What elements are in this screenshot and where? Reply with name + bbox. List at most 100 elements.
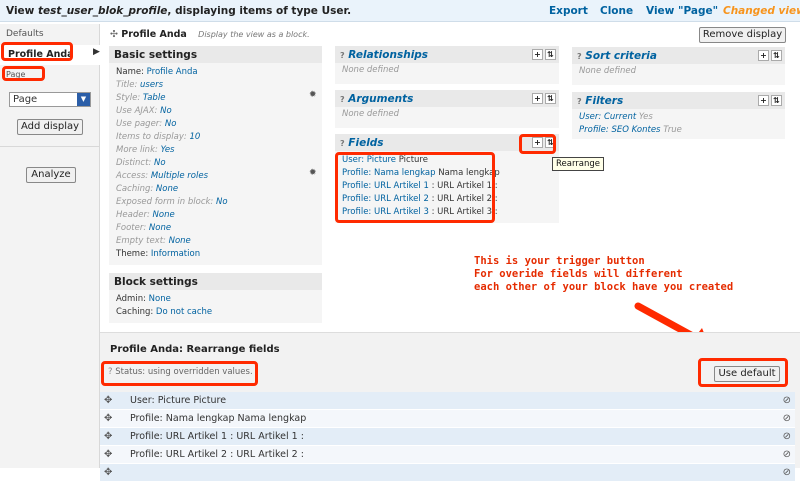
drag-handle-icon[interactable]: ✥: [104, 392, 112, 410]
analyze-button[interactable]: Analyze: [26, 167, 76, 183]
highlight-rearrange-trigger: [519, 134, 556, 154]
field-row-label: Profile: URL Artikel 2 : URL Artikel 2 :: [130, 449, 304, 460]
rearrange-table: ✥ User: Picture Picture ⊘ ✥ Profile: Nama le…: [100, 392, 795, 482]
view-header-bar: View test_user_blok_profile, displaying …: [0, 0, 800, 22]
rearrange-icon[interactable]: ⇅: [545, 93, 556, 104]
setting-value-link[interactable]: Yes: [161, 145, 175, 155]
setting-value-link[interactable]: None: [169, 236, 191, 246]
clone-link[interactable]: Clone: [600, 5, 633, 17]
setting-value-link[interactable]: None: [149, 294, 171, 304]
drag-handle-icon[interactable]: ✥: [104, 446, 112, 464]
basic-setting-row: Distinct: No: [109, 157, 322, 170]
rearrange-icon[interactable]: ⇅: [771, 50, 782, 61]
view-page-link[interactable]: View "Page": [646, 5, 718, 17]
block-setting-row: Caching: Do not cache: [109, 306, 322, 319]
basic-setting-row: Theme: Information: [109, 248, 322, 261]
add-icon[interactable]: +: [532, 93, 543, 104]
filter-item: User: Current Yes: [572, 111, 785, 124]
setting-value-link[interactable]: None: [149, 223, 171, 233]
setting-value-link[interactable]: No: [216, 197, 228, 207]
rearrange-tooltip: Rearrange: [552, 157, 605, 171]
sort-criteria-empty: None defined: [579, 66, 637, 76]
setting-label: Footer:: [116, 223, 147, 233]
fields-label: Fields: [348, 137, 384, 149]
setting-value-link[interactable]: users: [140, 80, 163, 90]
setting-value-link[interactable]: Profile Anda: [147, 67, 198, 77]
setting-label: Name:: [116, 67, 144, 77]
setting-value-link[interactable]: Multiple roles: [151, 171, 208, 181]
block-settings-heading: Block settings: [109, 273, 322, 290]
setting-value-link[interactable]: 10: [189, 132, 200, 142]
setting-value-link[interactable]: None: [156, 184, 178, 194]
relationships-label: Relationships: [348, 49, 429, 61]
sort-criteria-section: ? Sort criteria + ⇅ None defined: [572, 47, 785, 85]
setting-label: Access:: [116, 171, 149, 181]
basic-setting-row: Caching: None: [109, 183, 322, 196]
sort-criteria-label: Sort criteria: [585, 50, 657, 62]
highlight-profile-anda: [1, 42, 73, 61]
remove-field-icon[interactable]: ⊘: [783, 392, 791, 410]
basic-settings-heading: Basic settings: [109, 46, 322, 63]
setting-value-link[interactable]: Do not cache: [156, 307, 212, 317]
setting-value-link[interactable]: No: [165, 119, 177, 129]
rearrange-icon[interactable]: ⇅: [771, 95, 782, 106]
setting-value-link[interactable]: None: [153, 210, 175, 220]
setting-label: Caching:: [116, 307, 154, 317]
setting-value-link[interactable]: Information: [151, 249, 200, 259]
drag-handle-icon[interactable]: ✥: [104, 464, 112, 482]
basic-setting-row: More link: Yes: [109, 144, 322, 157]
display-type-value: Page: [13, 94, 38, 105]
filters-label: Filters: [585, 95, 624, 107]
gear-icon[interactable]: ✹: [309, 90, 317, 100]
table-row: ✥ User: Picture Picture ⊘: [100, 392, 795, 410]
setting-label: Admin:: [116, 294, 146, 304]
setting-label: Items to display:: [116, 132, 187, 142]
setting-label: Distinct:: [116, 158, 152, 168]
rearrange-icon[interactable]: ⇅: [545, 49, 556, 60]
display-title: Profile Anda: [121, 29, 187, 40]
add-display-button[interactable]: Add display: [17, 119, 83, 135]
sort-criteria-heading[interactable]: ? Sort criteria + ⇅: [572, 47, 785, 64]
block-settings-section: Block settings Admin: None Caching: Do no…: [109, 273, 322, 323]
remove-field-icon[interactable]: ⊘: [783, 464, 791, 482]
block-setting-row: Admin: None: [109, 293, 322, 306]
add-icon[interactable]: +: [758, 95, 769, 106]
gear-icon[interactable]: ✹: [309, 168, 317, 178]
remove-display-button[interactable]: Remove display: [699, 27, 786, 43]
setting-value-link[interactable]: Table: [143, 93, 166, 103]
setting-value-link[interactable]: No: [160, 106, 172, 116]
filters-heading[interactable]: ? Filters + ⇅: [572, 92, 785, 109]
filter-value: True: [663, 125, 682, 135]
field-row-label: User: Picture Picture: [130, 395, 227, 406]
highlight-page: [2, 66, 45, 81]
filters-list: User: Current Yes Profile: SEO Kontes Tru…: [572, 109, 785, 137]
export-link[interactable]: Export: [549, 5, 588, 17]
setting-label: Theme:: [116, 249, 149, 259]
add-icon[interactable]: +: [758, 50, 769, 61]
tab-defaults[interactable]: Defaults: [6, 29, 44, 39]
view-title: View test_user_blok_profile, displaying …: [6, 5, 351, 17]
setting-label: Empty text:: [116, 236, 166, 246]
remove-field-icon[interactable]: ⊘: [783, 410, 791, 428]
remove-field-icon[interactable]: ⊘: [783, 446, 791, 464]
display-type-select[interactable]: Page ▼: [9, 92, 91, 107]
relationships-heading[interactable]: ? Relationships + ⇅: [335, 46, 559, 63]
setting-label: Caching:: [116, 184, 154, 194]
remove-field-icon[interactable]: ⊘: [783, 428, 791, 446]
setting-value-link[interactable]: No: [154, 158, 166, 168]
table-row: ✥ Profile: URL Artikel 2 : URL Artikel 2 …: [100, 446, 795, 464]
help-icon: ?: [340, 139, 345, 148]
changed-view-indicator: Changed view: [723, 5, 800, 17]
drag-handle-icon[interactable]: ✥: [104, 410, 112, 428]
basic-setting-row: Use AJAX: No: [109, 105, 322, 118]
setting-label: Title:: [116, 80, 138, 90]
add-icon[interactable]: +: [532, 49, 543, 60]
drag-handle-icon[interactable]: ✥: [104, 428, 112, 446]
basic-setting-row: Use pager: No: [109, 118, 322, 131]
filter-link[interactable]: Profile: SEO Kontes: [579, 125, 660, 135]
filter-link[interactable]: User: Current: [579, 112, 636, 122]
view-suffix: , displaying items of type User.: [167, 5, 352, 17]
arguments-empty: None defined: [342, 109, 400, 119]
setting-label: Style:: [116, 93, 141, 103]
arguments-heading[interactable]: ? Arguments + ⇅: [335, 90, 559, 107]
